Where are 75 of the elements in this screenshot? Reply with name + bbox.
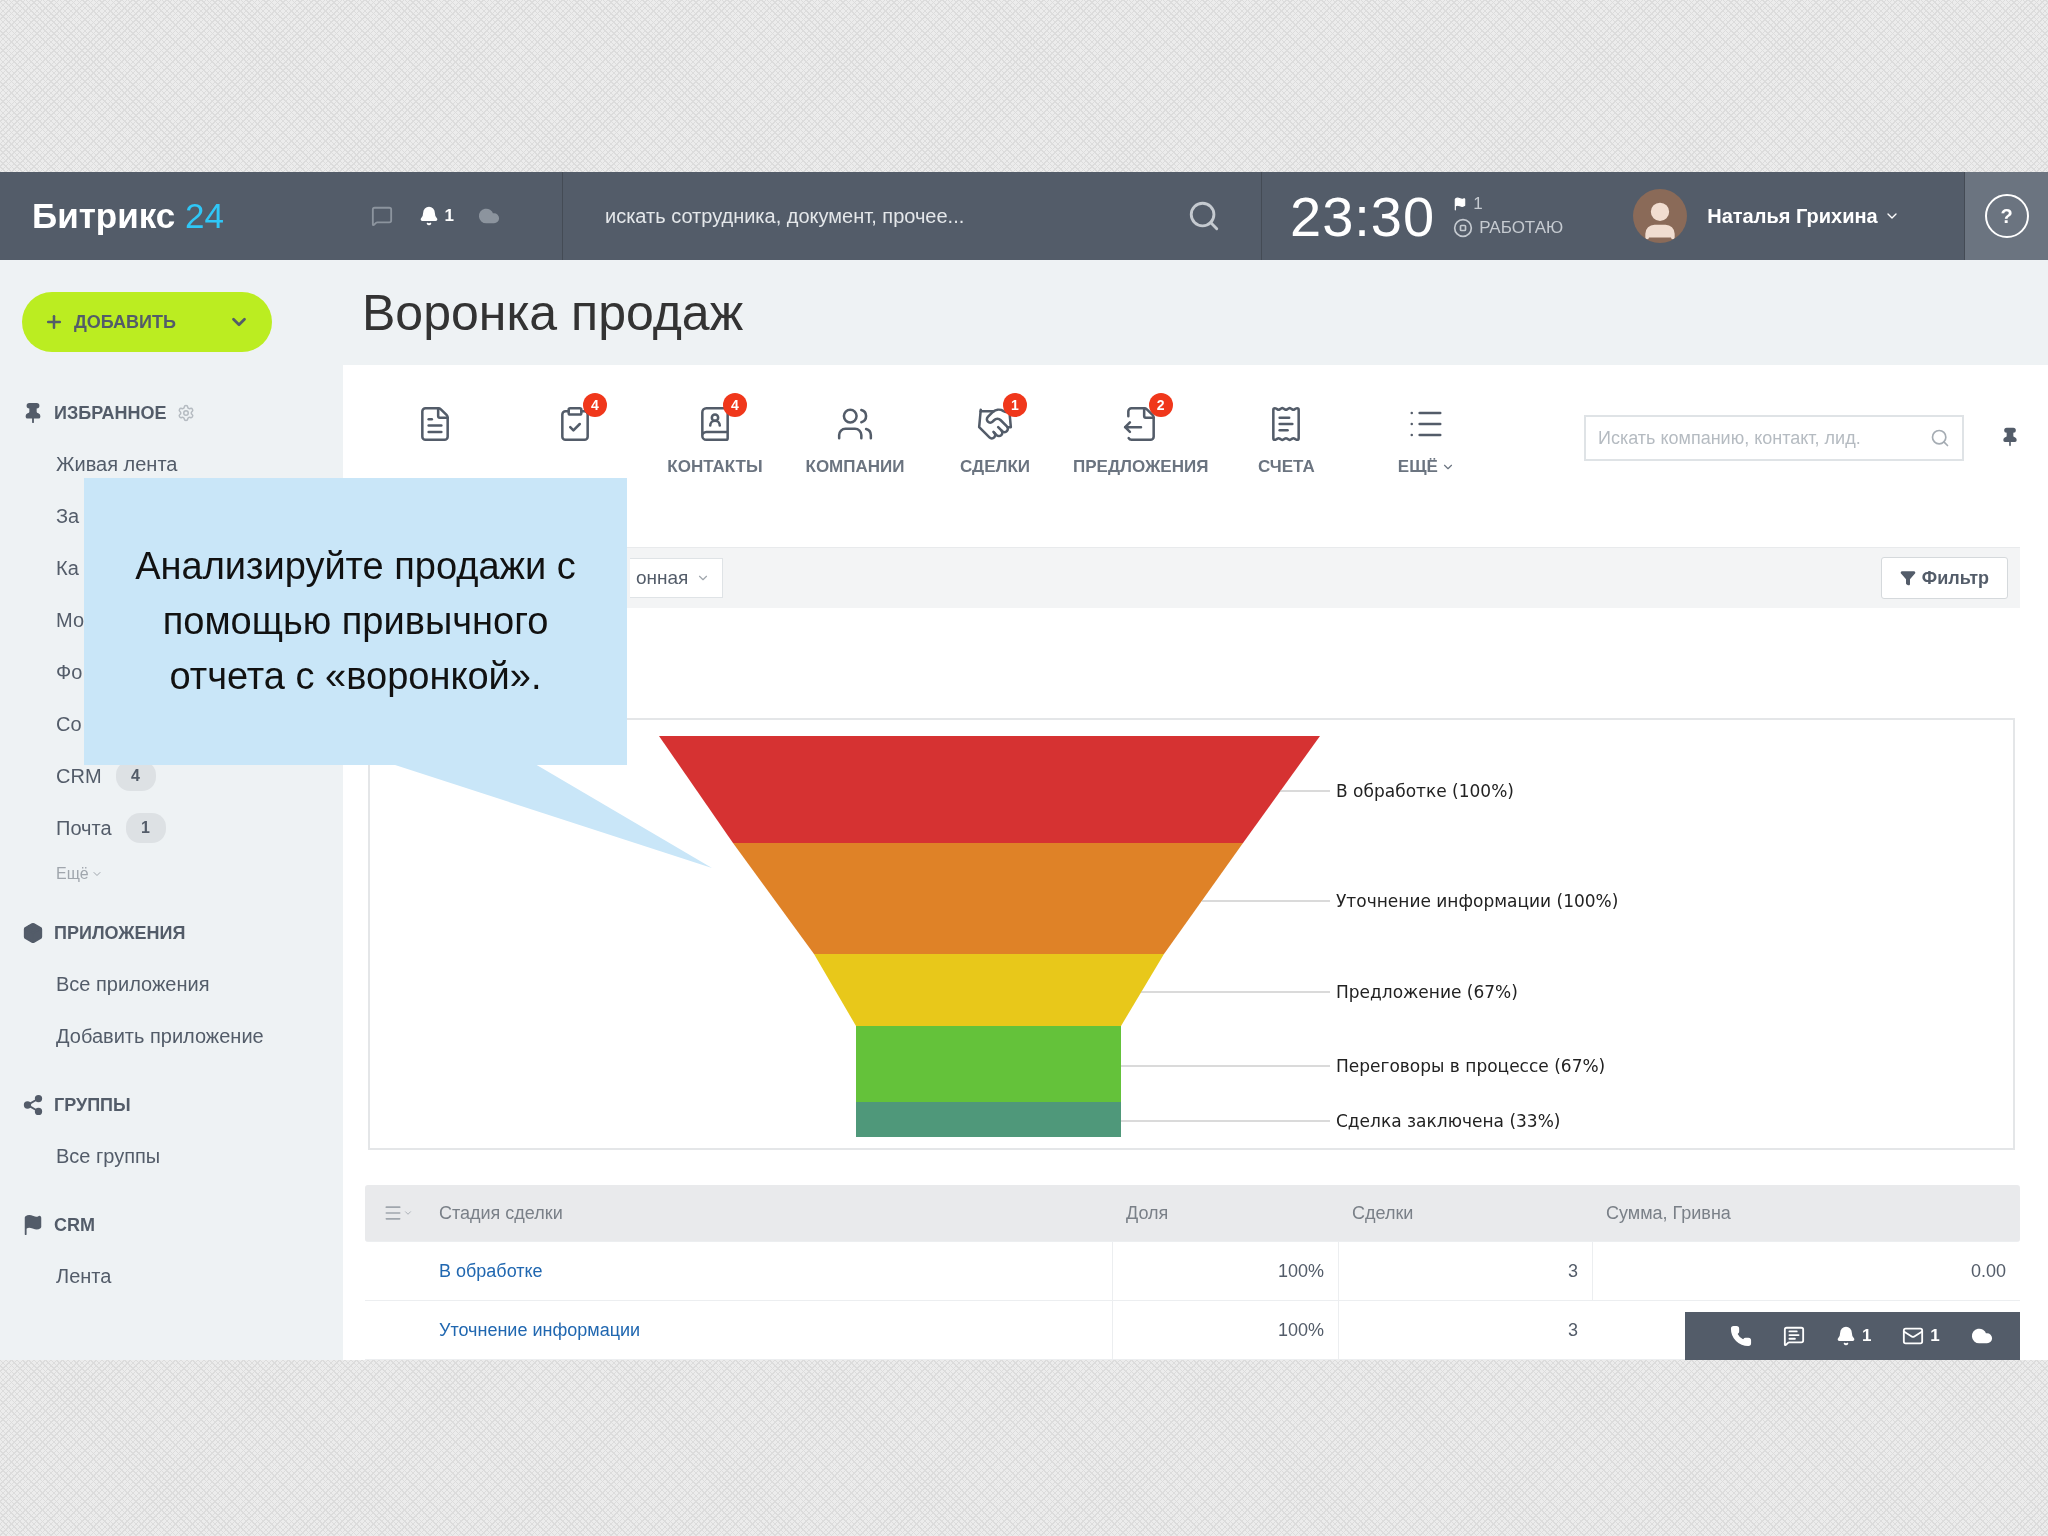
count-badge: 1 (1003, 393, 1027, 417)
table-cell: 100% (1112, 1242, 1338, 1300)
logo[interactable]: Битрикс 24 (32, 196, 224, 236)
user-menu[interactable]: Наталья Грихина (1707, 204, 1900, 228)
mail-icon[interactable] (1902, 1325, 1925, 1347)
sidebar-item[interactable]: Все группы (56, 1144, 161, 1168)
table-cell: 0.00 (1592, 1242, 2020, 1300)
notification-count: 1 (444, 206, 454, 226)
sidebar-item[interactable]: Со (56, 712, 82, 736)
funnel-label: В обработке (100%) (1336, 781, 1514, 801)
plus-icon (44, 312, 64, 332)
bell-icon[interactable] (418, 206, 439, 226)
search-field[interactable]: искать сотрудника, документ, прочее... (603, 203, 1187, 229)
funnel-label: Уточнение информации (100%) (1336, 891, 1619, 911)
package-icon (22, 922, 44, 944)
table-cell: 3 (1338, 1242, 1592, 1300)
count-badge: 2 (1148, 393, 1173, 417)
sidebar-item[interactable]: CRM (56, 764, 102, 788)
section-title[interactable]: CRM (54, 1214, 95, 1236)
column-header[interactable]: Сделки (1338, 1185, 1592, 1241)
flag-count: 1 (1473, 194, 1483, 214)
sidebar-item[interactable]: Лента (56, 1264, 112, 1288)
section-title[interactable]: ПРИЛОЖЕНИЯ (54, 922, 186, 944)
filter-button[interactable]: Фильтр (1880, 557, 2008, 599)
stop-icon[interactable] (1453, 218, 1474, 238)
add-button[interactable]: ДОБАВИТЬ (22, 292, 272, 352)
notification-count: 1 (1862, 1326, 1872, 1346)
toolbar-tab[interactable]: 1 СДЕЛКИ (925, 391, 1065, 477)
count-badge: 4 (583, 393, 607, 417)
message-count: 1 (1930, 1326, 1940, 1346)
toolbar-tab[interactable]: ЕЩЁ (1356, 391, 1497, 477)
toolbar-tab[interactable]: СЧЕТА (1216, 391, 1357, 477)
search-field[interactable]: Искать компанию, контакт, лид. (1584, 415, 1964, 461)
pin-icon[interactable] (2000, 427, 2020, 447)
work-status[interactable]: РАБОТАЮ (1479, 218, 1564, 238)
stage-link[interactable]: Уточнение информации (425, 1301, 1112, 1359)
view-dropdown[interactable]: онная (630, 558, 724, 598)
flag-icon (1453, 197, 1468, 211)
table-cell: 100% (1112, 1301, 1338, 1359)
funnel-label: Предложение (67%) (1336, 982, 1518, 1002)
sidebar-item[interactable]: За (56, 504, 80, 528)
stage-link[interactable]: В обработке (425, 1242, 1112, 1300)
clock: 23:30 (1290, 183, 1436, 249)
search-icon[interactable] (1187, 199, 1221, 233)
sidebar-item[interactable]: Почта (56, 816, 112, 840)
section-title[interactable]: ГРУППЫ (54, 1094, 131, 1116)
sidebar-item[interactable]: Все приложения (56, 972, 210, 996)
count-badge: 4 (723, 393, 747, 417)
table-cell: 3 (1338, 1301, 1592, 1359)
sidebar-item[interactable]: Ка (56, 556, 79, 580)
toolbar-tab[interactable]: 4 КОНТАКТЫ (645, 391, 785, 477)
sidebar-item[interactable]: Живая лента (56, 452, 178, 476)
leader-line (1279, 790, 1331, 792)
funnel-label: Переговоры в процессе (67%) (1336, 1056, 1606, 1076)
toolbar-tab[interactable]: КОМПАНИИ (785, 391, 925, 477)
funnel-label: Сделка заключена (33%) (1336, 1111, 1561, 1131)
column-header[interactable]: Сумма, Гривна (1592, 1185, 2020, 1241)
toolbar-tab[interactable]: 2 ПРЕДЛОЖЕНИЯ (1065, 391, 1217, 477)
column-header[interactable]: Стадия сделки (425, 1185, 1112, 1241)
section-title[interactable]: ИЗБРАННОЕ (54, 402, 167, 424)
sidebar-item[interactable]: Добавить приложение (56, 1024, 264, 1048)
flag-icon (22, 1214, 44, 1236)
bell-icon[interactable] (1836, 1326, 1857, 1346)
filter-icon (1899, 570, 1916, 586)
sidebar-item[interactable]: Мо (56, 608, 84, 632)
phone-icon[interactable] (1730, 1325, 1753, 1347)
toolbar-tab[interactable]: 4 (505, 391, 645, 443)
avatar[interactable] (1633, 189, 1688, 243)
count-badge: 1 (125, 813, 166, 843)
share-icon (22, 1094, 44, 1116)
help-button[interactable]: ? (1984, 194, 2029, 238)
handshake-icon (976, 405, 1014, 443)
sidebar-item[interactable]: Фо (56, 660, 83, 684)
column-header[interactable]: Доля (1112, 1185, 1338, 1241)
page-title: Воронка продаж (361, 283, 745, 343)
